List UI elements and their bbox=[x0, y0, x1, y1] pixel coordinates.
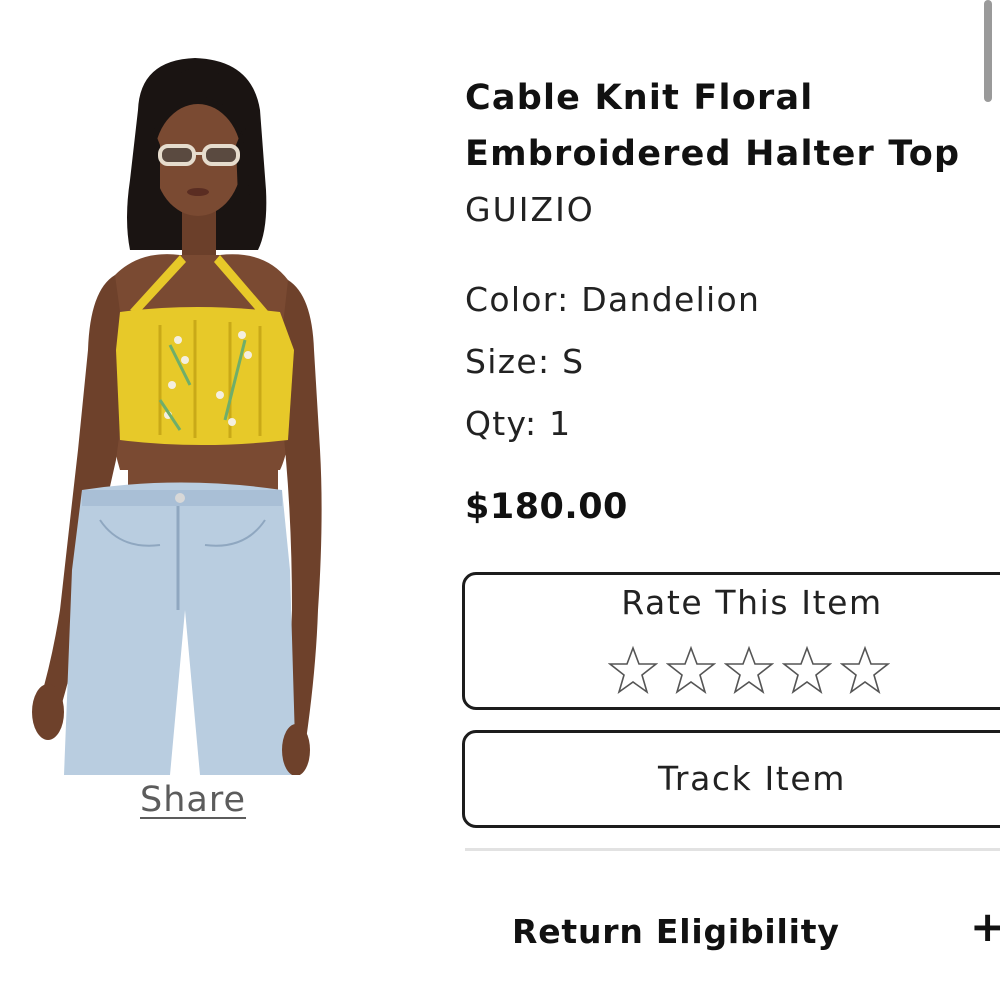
product-color: Color: Dandelion bbox=[465, 280, 761, 319]
star-icon-2[interactable] bbox=[666, 645, 716, 695]
yellow-halter-top bbox=[116, 307, 294, 445]
star-rating bbox=[608, 645, 890, 695]
scrollbar[interactable] bbox=[984, 0, 992, 102]
return-eligibility-toggle[interactable]: Return Eligibility + bbox=[465, 900, 1000, 970]
brand-name[interactable]: GUIZIO bbox=[465, 190, 595, 229]
section-divider bbox=[465, 848, 1000, 851]
product-title: Cable Knit Floral Embroidered Halter Top bbox=[465, 78, 961, 174]
rate-item-title: Rate This Item bbox=[621, 583, 883, 622]
product-quantity: Qty: 1 bbox=[465, 404, 572, 443]
star-icon-5[interactable] bbox=[840, 645, 890, 695]
product-price: $180.00 bbox=[465, 487, 628, 527]
return-eligibility-label: Return Eligibility bbox=[512, 912, 840, 951]
star-icon-1[interactable] bbox=[608, 645, 658, 695]
rate-item-panel: Rate This Item bbox=[462, 572, 1000, 710]
product-size: Size: S bbox=[465, 342, 585, 381]
star-icon-4[interactable] bbox=[782, 645, 832, 695]
light-wash-jeans bbox=[64, 482, 296, 775]
share-link[interactable]: Share bbox=[140, 780, 246, 820]
order-item-page: Share Cable Knit Floral Embroidered Halt… bbox=[0, 0, 1000, 1000]
star-icon-3[interactable] bbox=[724, 645, 774, 695]
plus-icon[interactable]: + bbox=[970, 906, 1000, 948]
product-image bbox=[32, 58, 322, 775]
track-item-button[interactable]: Track Item bbox=[462, 730, 1000, 828]
track-item-label: Track Item bbox=[658, 759, 846, 798]
